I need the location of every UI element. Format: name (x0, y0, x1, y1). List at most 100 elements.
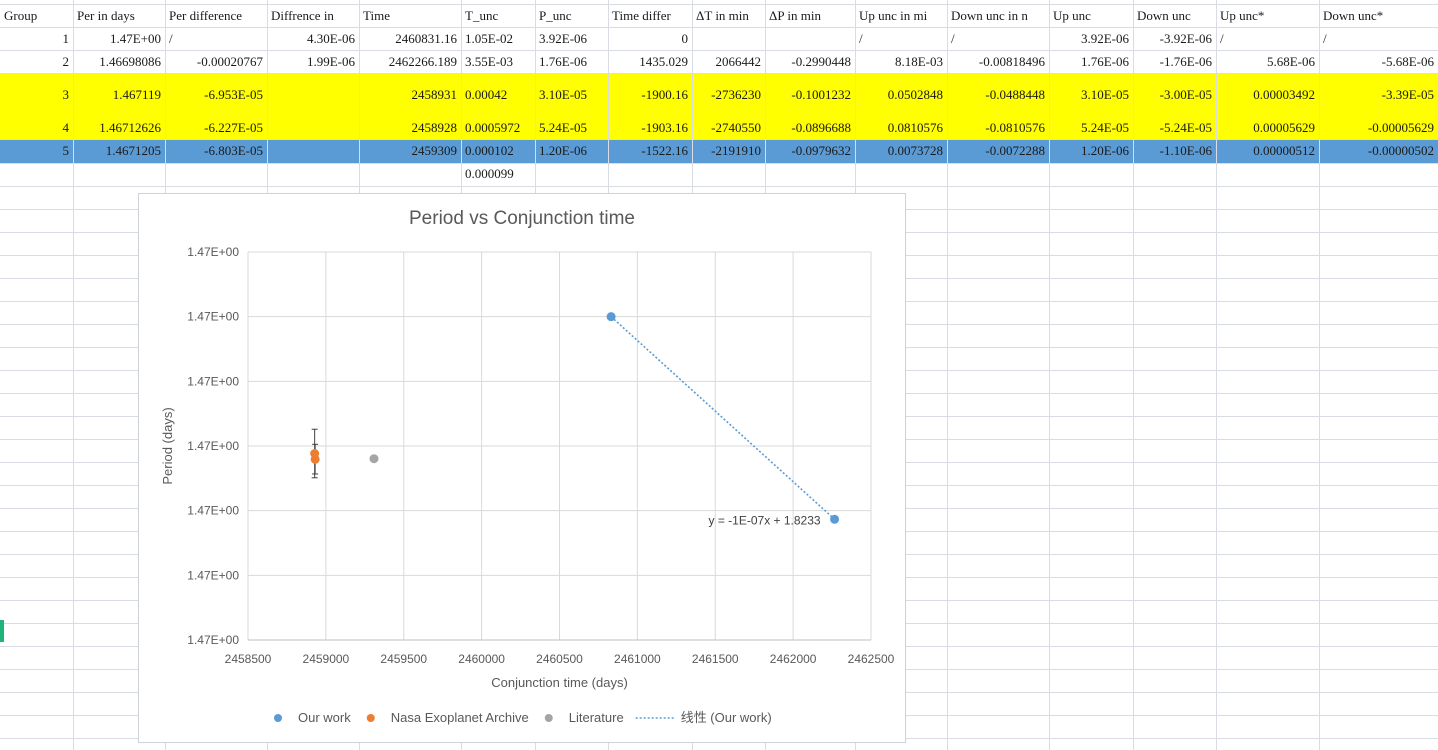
table-cell[interactable]: / (1323, 29, 1434, 49)
table-cell[interactable]: 3.92E-06 (539, 29, 604, 49)
column-header[interactable]: Group (4, 6, 69, 26)
table-cell[interactable]: -0.0072288 (951, 141, 1045, 161)
table-cell[interactable]: -0.00818496 (951, 52, 1045, 72)
table-cell[interactable]: -0.2990448 (769, 52, 851, 72)
table-cell[interactable]: 5.68E-06 (1220, 52, 1315, 72)
table-cell[interactable]: -3.92E-06 (1137, 29, 1212, 49)
table-cell[interactable]: 1.20E-06 (539, 141, 604, 161)
table-cell[interactable]: -1903.16 (612, 118, 688, 138)
table-cell[interactable]: -2736230 (696, 85, 761, 105)
table-cell[interactable]: -3.00E-05 (1137, 85, 1212, 105)
table-cell[interactable]: -2191910 (696, 141, 761, 161)
table-cell[interactable]: 0.000102 (465, 141, 531, 161)
table-cell[interactable]: 5 (4, 141, 70, 161)
table-cell[interactable]: 5.24E-05 (1053, 118, 1129, 138)
table-cell[interactable]: 1.20E-06 (1053, 141, 1129, 161)
table-cell[interactable]: -5.24E-05 (1137, 118, 1212, 138)
row-selection-marker[interactable] (0, 620, 4, 642)
column-header[interactable]: Down unc in n (951, 6, 1045, 26)
table-cell[interactable]: 1.46712626 (77, 118, 161, 138)
row-gridline (0, 73, 1438, 74)
table-cell[interactable]: 3.10E-05 (1053, 85, 1129, 105)
table-cell[interactable]: -0.00005629 (1323, 118, 1434, 138)
column-header[interactable]: Up unc* (1220, 6, 1315, 26)
table-cell[interactable]: 0.00003492 (1220, 85, 1315, 105)
x-tick-label: 2461000 (614, 652, 661, 666)
table-cell[interactable]: 4 (4, 118, 70, 138)
table-cell[interactable]: -6.227E-05 (169, 118, 263, 138)
table-cell[interactable]: 1.47E+00 (77, 29, 161, 49)
column-header[interactable]: Up unc in mi (859, 6, 943, 26)
column-header[interactable]: ΔT in min (696, 6, 761, 26)
table-cell[interactable]: -6.803E-05 (169, 141, 263, 161)
x-tick-label: 2459000 (303, 652, 350, 666)
column-header[interactable]: T_unc (465, 6, 531, 26)
table-cell[interactable]: / (951, 29, 1045, 49)
table-cell[interactable]: 0 (612, 29, 689, 49)
table-cell[interactable]: 1.99E-06 (271, 52, 355, 72)
table-cell[interactable]: 3.92E-06 (1053, 29, 1129, 49)
table-cell[interactable]: / (1220, 29, 1315, 49)
table-cell[interactable]: 1 (4, 29, 70, 49)
table-cell[interactable]: 2462266.189 (363, 52, 457, 72)
column-header[interactable]: ΔP in min (769, 6, 851, 26)
table-cell[interactable]: -0.00020767 (169, 52, 263, 72)
column-header[interactable]: Per difference (169, 6, 263, 26)
table-cell[interactable]: 5.24E-05 (539, 118, 604, 138)
chart-period-vs-conjunction[interactable]: Period vs Conjunction time 1.47E+00 1.47E+… (138, 193, 906, 743)
table-cell[interactable]: 2458928 (363, 118, 458, 138)
column-header[interactable]: P_unc (539, 6, 604, 26)
table-cell[interactable]: 2459309 (363, 141, 458, 161)
table-cell[interactable]: 8.18E-03 (859, 52, 943, 72)
table-cell[interactable]: 0.0810576 (859, 118, 943, 138)
table-cell[interactable]: 1435.029 (612, 52, 688, 72)
table-cell[interactable]: 1.46698086 (77, 52, 161, 72)
table-cell[interactable]: 1.76E-06 (1053, 52, 1129, 72)
table-cell[interactable]: / (169, 29, 263, 49)
table-cell[interactable]: / (859, 29, 943, 49)
table-cell[interactable]: 3.55E-03 (465, 52, 531, 72)
table-cell[interactable]: 2 (4, 52, 70, 72)
table-cell[interactable]: 4.30E-06 (271, 29, 355, 49)
table-cell[interactable]: -0.0810576 (951, 118, 1045, 138)
table-cell[interactable]: -0.1001232 (769, 85, 851, 105)
table-cell[interactable]: -1522.16 (612, 141, 688, 161)
legend-marker (274, 714, 282, 722)
column-header[interactable]: Per in days (77, 6, 161, 26)
table-cell[interactable]: 0.00000512 (1220, 141, 1315, 161)
column-header[interactable]: Time differ (612, 6, 688, 26)
table-cell[interactable]: 0.0073728 (859, 141, 943, 161)
column-header[interactable]: Time (363, 6, 457, 26)
table-cell[interactable]: 0.000099 (465, 164, 531, 184)
column-header[interactable]: Down unc* (1323, 6, 1434, 26)
column-header[interactable]: Down unc (1137, 6, 1212, 26)
table-cell[interactable]: 1.76E-06 (539, 52, 604, 72)
table-cell[interactable]: 1.467119 (77, 85, 161, 105)
table-cell[interactable]: -2740550 (696, 118, 761, 138)
table-cell[interactable]: -1.76E-06 (1137, 52, 1212, 72)
x-tick-label: 2462500 (848, 652, 895, 666)
table-cell[interactable]: -0.0979632 (769, 141, 851, 161)
column-header[interactable]: Diffrence in (271, 6, 355, 26)
table-cell[interactable]: -6.953E-05 (169, 85, 263, 105)
table-cell[interactable]: 0.0005972 (465, 118, 531, 138)
table-cell[interactable]: 1.05E-02 (465, 29, 531, 49)
table-cell[interactable]: -1900.16 (612, 85, 688, 105)
table-cell[interactable]: 3.10E-05 (539, 85, 604, 105)
table-cell[interactable]: 2458931 (363, 85, 458, 105)
table-cell[interactable]: 3 (4, 85, 70, 105)
table-cell[interactable]: -3.39E-05 (1323, 85, 1434, 105)
table-cell[interactable]: 0.00005629 (1220, 118, 1315, 138)
table-cell[interactable]: 1.4671205 (77, 141, 161, 161)
table-cell[interactable]: -0.0896688 (769, 118, 851, 138)
table-cell[interactable]: 2460831.16 (363, 29, 457, 49)
table-cell[interactable]: 0.00042 (465, 85, 531, 105)
y-tick-label: 1.47E+00 (187, 245, 239, 259)
table-cell[interactable]: 2066442 (696, 52, 762, 72)
table-cell[interactable]: 0.0502848 (859, 85, 943, 105)
table-cell[interactable]: -1.10E-06 (1137, 141, 1212, 161)
table-cell[interactable]: -5.68E-06 (1323, 52, 1434, 72)
table-cell[interactable]: -0.0488448 (951, 85, 1045, 105)
table-cell[interactable]: -0.00000502 (1323, 141, 1434, 161)
column-header[interactable]: Up unc (1053, 6, 1129, 26)
